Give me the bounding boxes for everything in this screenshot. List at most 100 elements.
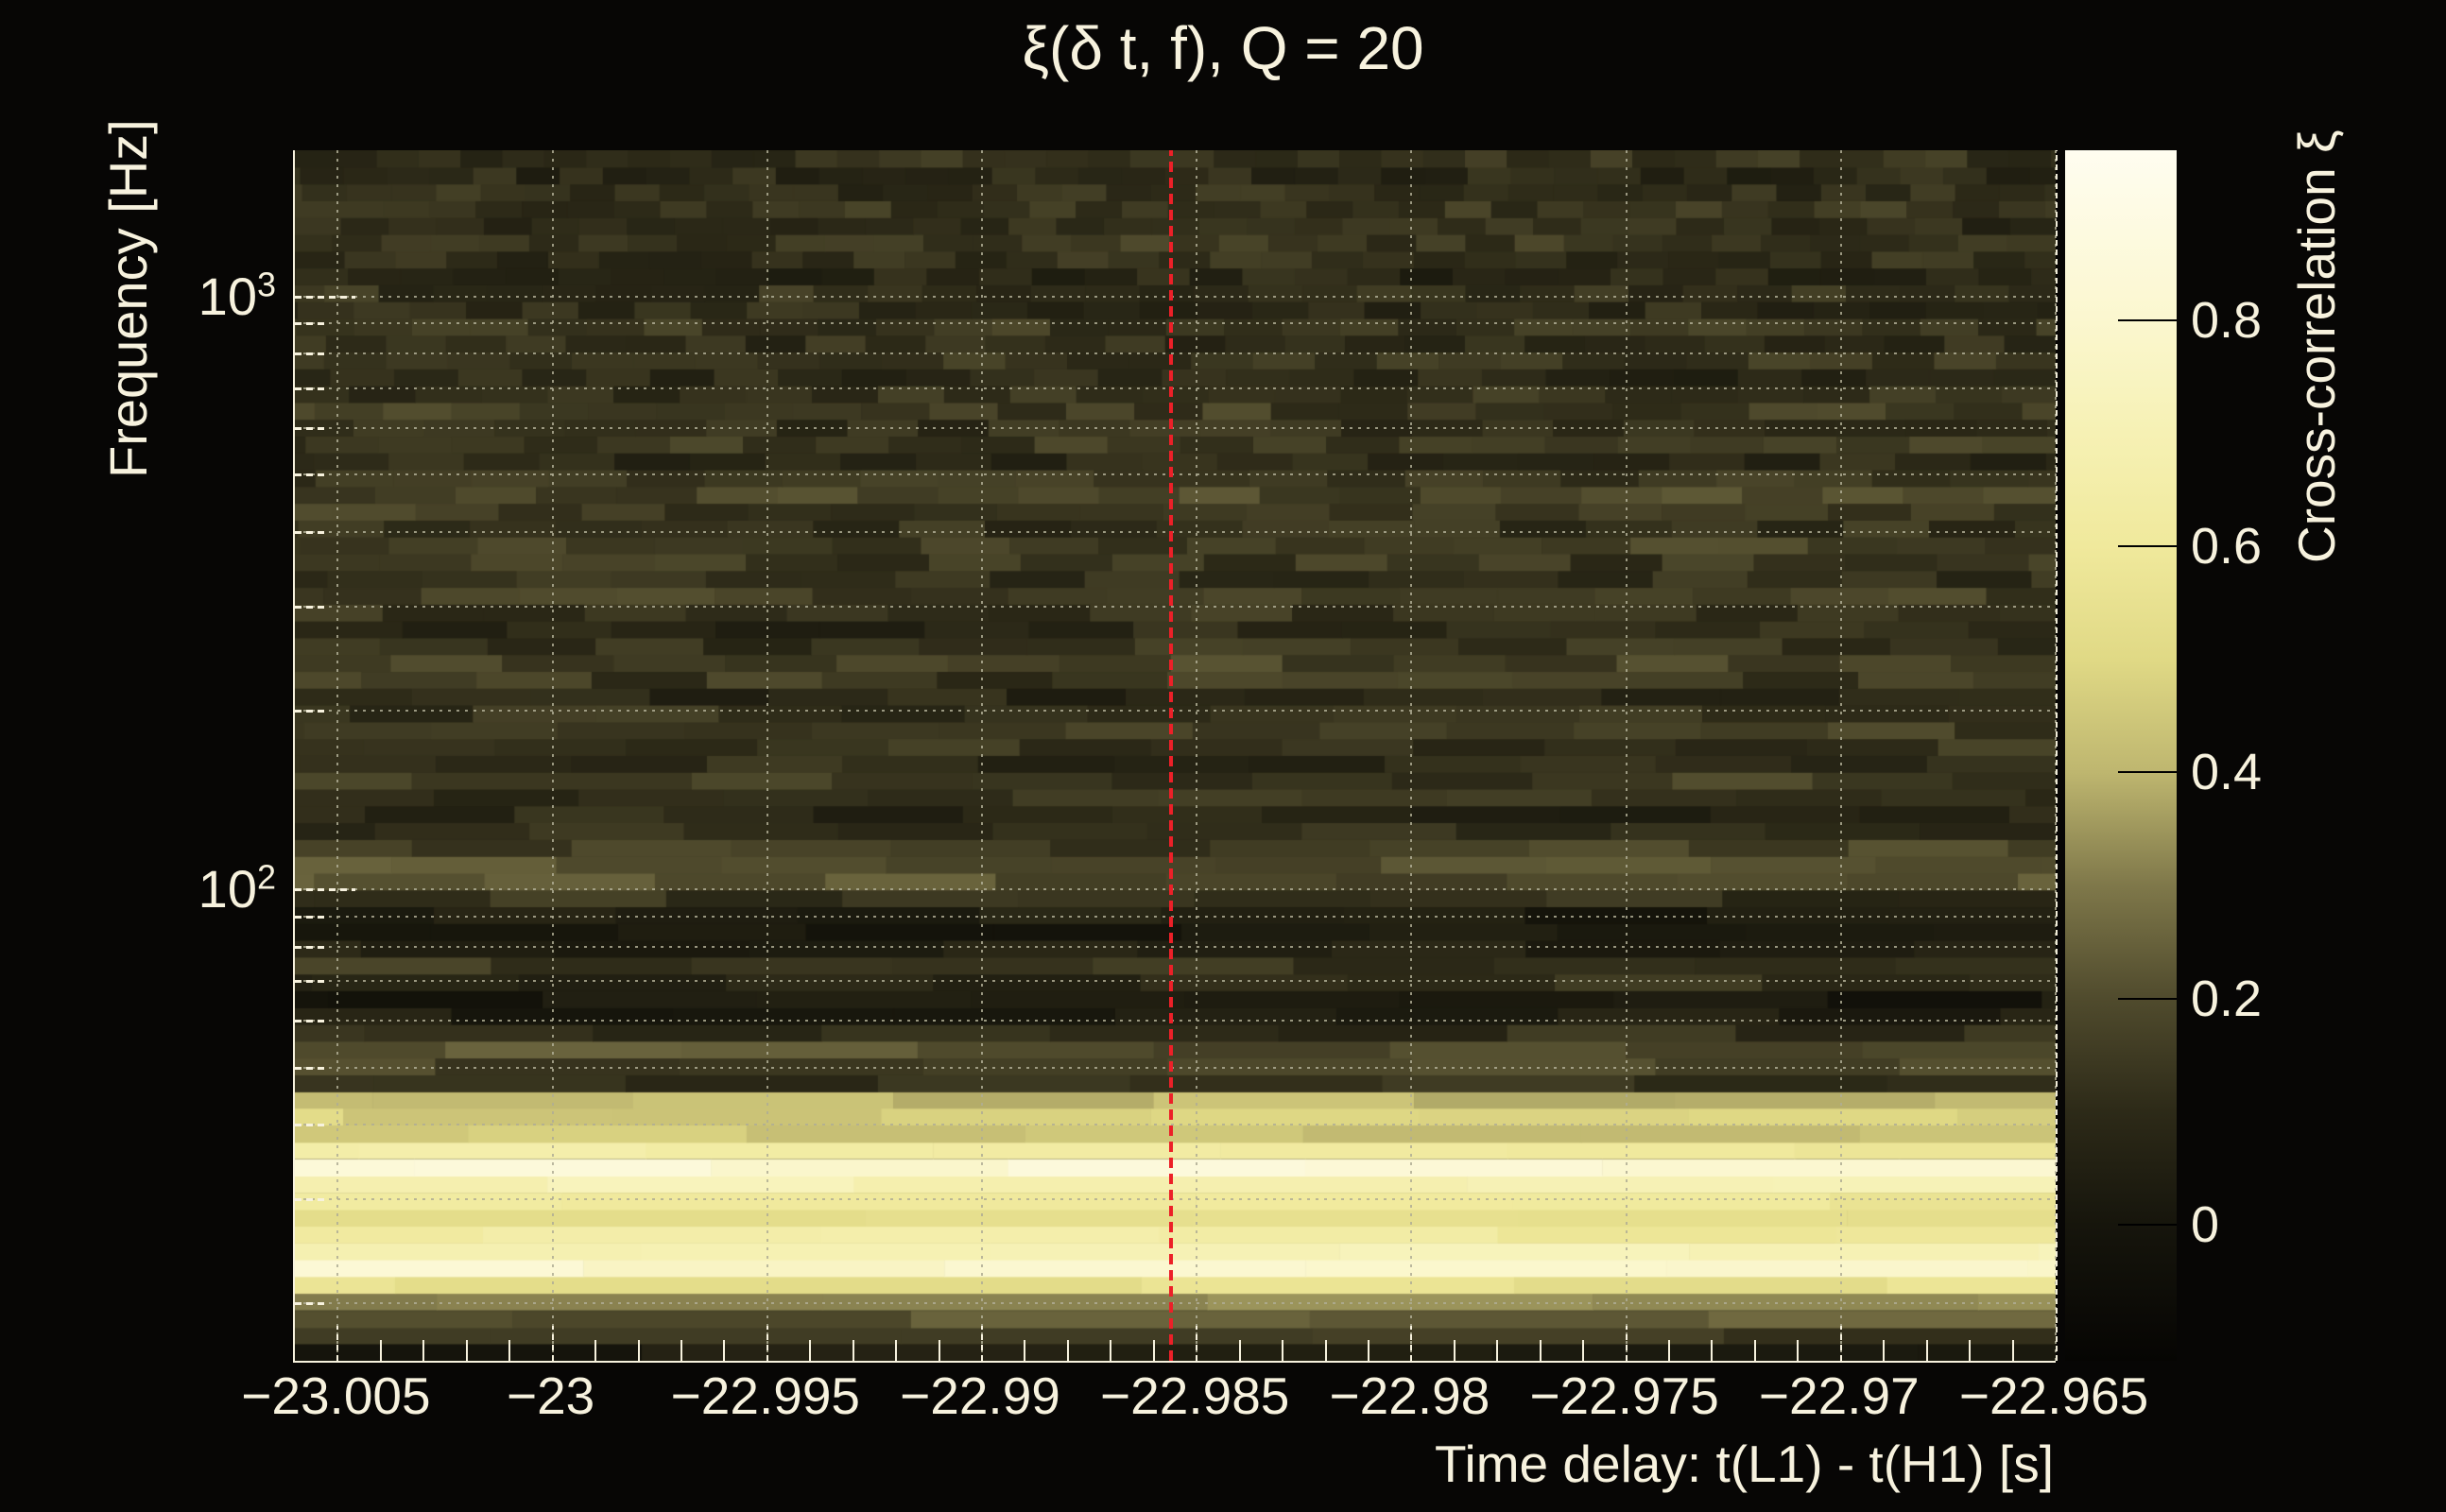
x-axis-tick	[1324, 1340, 1327, 1361]
figure: ξ(δ t, f), Q = 20 Frequency [Hz] 102 103 …	[0, 0, 2446, 1512]
x-axis-tick	[680, 1340, 682, 1361]
x-tick-label: −22.995	[670, 1366, 860, 1425]
x-axis-tick	[1367, 1340, 1369, 1361]
y-axis-tick	[295, 710, 324, 713]
y-axis-tick	[295, 1124, 324, 1127]
colorbar-tick	[2118, 997, 2177, 1000]
x-grid-line	[766, 150, 768, 1361]
x-axis-tick	[895, 1340, 898, 1361]
colorbar-tick-label: 0.8	[2191, 291, 2263, 349]
x-grid-line	[551, 150, 554, 1361]
x-axis-tick	[1582, 1340, 1585, 1361]
y-grid-line	[295, 1302, 2056, 1305]
x-axis-tick	[1196, 1326, 1198, 1361]
y-axis-tick	[295, 1019, 324, 1022]
x-axis-tick	[766, 1326, 768, 1361]
y-grid-line	[295, 605, 2056, 608]
x-axis-tick	[1024, 1340, 1026, 1361]
x-tick-label: −22.99	[900, 1366, 1060, 1425]
x-axis-tick	[1668, 1340, 1671, 1361]
y-grid-line	[295, 473, 2056, 476]
y-axis-tick	[295, 605, 324, 609]
x-axis-tick	[1496, 1340, 1499, 1361]
y-grid-line	[295, 426, 2056, 429]
heatmap-plot-area	[293, 150, 2058, 1363]
y-grid-line	[295, 945, 2056, 948]
y-grid-line	[295, 295, 2056, 298]
x-axis-tick	[1969, 1340, 1972, 1361]
y-grid-line	[295, 1066, 2056, 1069]
x-axis-tick	[1625, 1326, 1628, 1361]
x-axis-tick	[1839, 1326, 1842, 1361]
x-grid-line	[981, 150, 984, 1361]
y-grid-line	[295, 352, 2056, 355]
x-axis-tick	[723, 1340, 726, 1361]
x-axis-tick	[809, 1340, 812, 1361]
colorbar-tick-label: 0	[2191, 1196, 2220, 1254]
y-tick-label: 102	[198, 857, 276, 919]
y-grid-line	[295, 1197, 2056, 1200]
y-grid-line	[295, 322, 2056, 325]
plot-right-frame	[2056, 150, 2058, 1361]
plot-title: ξ(δ t, f), Q = 20	[1022, 14, 1424, 82]
y-grid-line	[295, 710, 2056, 712]
x-axis-tick	[551, 1326, 554, 1361]
x-tick-label: −22.985	[1100, 1366, 1290, 1425]
y-axis-tick	[295, 945, 324, 949]
colorbar-tick	[2118, 545, 2177, 548]
x-axis-tick	[1711, 1340, 1714, 1361]
y-tick-label: 103	[198, 265, 276, 326]
x-axis-tick	[1925, 1340, 1928, 1361]
y-grid-line	[295, 387, 2056, 389]
x-axis-title: Time delay: t(L1) - t(H1) [s]	[1434, 1435, 2054, 1493]
x-axis-tick	[1238, 1340, 1241, 1361]
x-axis-tick	[2011, 1340, 2014, 1361]
x-axis-tick	[465, 1340, 468, 1361]
y-grid-line	[295, 979, 2056, 982]
x-axis-tick	[981, 1326, 984, 1361]
x-axis-tick	[637, 1340, 640, 1361]
y-axis-tick	[295, 1066, 324, 1070]
x-axis-tick	[1883, 1340, 1886, 1361]
y-grid-line	[295, 915, 2056, 918]
x-tick-label: −23	[506, 1366, 595, 1425]
x-axis-tick	[1797, 1340, 1800, 1361]
y-axis-tick	[295, 887, 355, 891]
y-axis-tick	[295, 979, 324, 983]
y-axis-tick	[295, 915, 324, 919]
colorbar-tick	[2118, 1224, 2177, 1227]
y-axis-tick	[295, 1302, 324, 1306]
y-axis-tick	[295, 531, 324, 535]
x-axis-tick	[336, 1326, 339, 1361]
x-axis-tick	[1753, 1340, 1756, 1361]
x-axis-tick	[852, 1340, 854, 1361]
colorbar-tick-label: 0.4	[2191, 744, 2263, 801]
colorbar-tick-label: 0.6	[2191, 518, 2263, 576]
y-axis-tick	[295, 322, 324, 326]
x-tick-label: −23.005	[241, 1366, 431, 1425]
y-grid-line	[295, 1124, 2056, 1126]
colorbar-tick-label: 0.2	[2191, 970, 2263, 1027]
y-axis-tick	[295, 352, 324, 356]
x-axis-tick	[1453, 1340, 1456, 1361]
x-axis-tick	[379, 1340, 382, 1361]
y-axis-tick	[295, 1197, 324, 1201]
x-grid-line	[1196, 150, 1198, 1361]
y-axis-tick	[295, 426, 324, 430]
y-axis-tick	[295, 295, 355, 299]
x-tick-label: −22.97	[1758, 1366, 1920, 1425]
x-axis-tick	[1110, 1340, 1112, 1361]
x-grid-line	[1410, 150, 1413, 1361]
y-axis-tick	[295, 473, 324, 477]
heatmap-canvas	[295, 150, 2056, 1361]
y-grid-line	[295, 531, 2056, 534]
y-grid-line	[295, 887, 2056, 890]
x-axis-tick	[1282, 1340, 1284, 1361]
x-axis-tick	[508, 1340, 511, 1361]
colorbar-tick	[2118, 318, 2177, 321]
x-tick-label: −22.975	[1529, 1366, 1719, 1425]
x-axis-tick	[594, 1340, 597, 1361]
x-axis-tick	[422, 1340, 425, 1361]
marker-dashed-line	[1168, 150, 1173, 1361]
x-axis-tick	[1410, 1326, 1413, 1361]
